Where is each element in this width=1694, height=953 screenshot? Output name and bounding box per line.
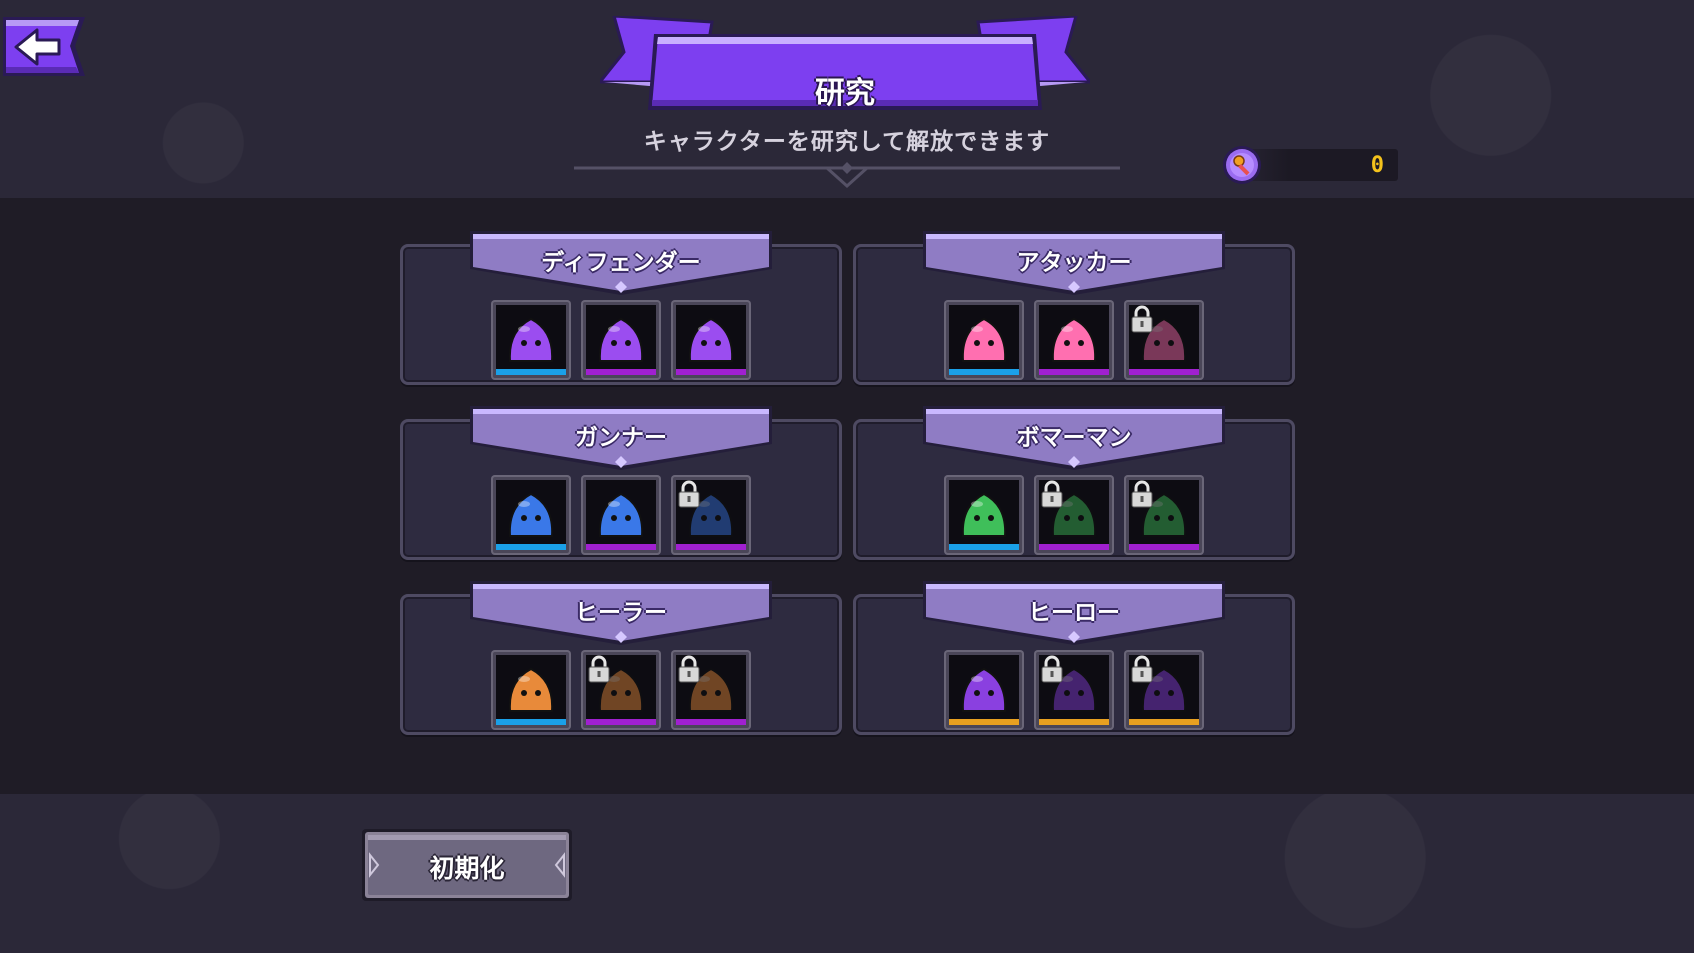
arrow-left-icon — [3, 17, 85, 76]
character-slot[interactable] — [1034, 650, 1114, 730]
hero-girl-icon — [961, 667, 1007, 712]
category-title: ディフェンダー — [541, 250, 701, 276]
category-panel: ディフェンダー — [400, 231, 842, 385]
lock-icon — [588, 655, 610, 683]
page-subtitle: キャラクターを研究して解放できます — [643, 129, 1051, 155]
tier-bar — [1129, 544, 1199, 550]
category-title: ボマーマン — [1016, 425, 1132, 451]
reset-button[interactable]: 初期化 — [362, 829, 572, 901]
tier-bar — [586, 544, 656, 550]
divider — [574, 162, 1120, 190]
purple-slime-shield-icon — [688, 317, 734, 362]
lock-icon — [1131, 655, 1153, 683]
character-slots — [944, 475, 1206, 555]
character-slot[interactable] — [491, 300, 571, 380]
purple-slime-knight-icon — [598, 317, 644, 362]
tier-bar — [1039, 369, 1109, 375]
lock-icon — [1041, 480, 1063, 508]
character-slot[interactable] — [1124, 300, 1204, 380]
back-button[interactable] — [3, 17, 85, 76]
tier-bar — [586, 719, 656, 725]
content-band — [0, 198, 1694, 794]
character-slot[interactable] — [581, 650, 661, 730]
tier-bar — [949, 719, 1019, 725]
tier-bar — [949, 544, 1019, 550]
character-slot[interactable] — [671, 650, 751, 730]
pink-slime-mace-icon — [961, 317, 1007, 362]
category-panel: ヒーラー — [400, 581, 842, 735]
category-panel: ヒーロー — [853, 581, 1295, 735]
character-slot[interactable] — [671, 475, 751, 555]
character-slots — [491, 650, 753, 730]
tier-bar — [1129, 369, 1199, 375]
green-slime-bomber-icon — [961, 492, 1007, 537]
lock-icon — [1041, 655, 1063, 683]
character-slot[interactable] — [491, 650, 571, 730]
research-token-icon — [1223, 146, 1261, 184]
tier-bar — [496, 544, 566, 550]
character-slots — [491, 475, 753, 555]
character-slot[interactable] — [491, 475, 571, 555]
tier-bar — [676, 544, 746, 550]
tier-bar — [1129, 719, 1199, 725]
tier-bar — [586, 369, 656, 375]
category-panel: アタッカー — [853, 231, 1295, 385]
character-slot[interactable] — [944, 650, 1024, 730]
tier-bar — [676, 719, 746, 725]
character-slot[interactable] — [1124, 475, 1204, 555]
purple-slime-defender-icon — [508, 317, 554, 362]
character-slot[interactable] — [1034, 300, 1114, 380]
category-title: ヒーロー — [1028, 600, 1120, 626]
category-title: アタッカー — [1016, 250, 1132, 276]
character-slots — [491, 300, 753, 380]
currency-display: 0 — [1222, 145, 1398, 185]
lock-icon — [1131, 305, 1153, 333]
tier-bar — [949, 369, 1019, 375]
character-slot[interactable] — [1034, 475, 1114, 555]
tier-bar — [1039, 544, 1109, 550]
character-slot[interactable] — [581, 300, 661, 380]
character-slot[interactable] — [671, 300, 751, 380]
category-panel: ガンナー — [400, 406, 842, 560]
character-slots — [944, 650, 1206, 730]
category-title: ヒーラー — [575, 600, 667, 626]
blue-slime-rifleman-icon — [598, 492, 644, 537]
reset-button-label: 初期化 — [429, 854, 505, 883]
lock-icon — [678, 480, 700, 508]
category-title: ガンナー — [575, 425, 667, 451]
currency-value: 0 — [1370, 153, 1384, 178]
tier-bar — [496, 369, 566, 375]
tier-bar — [496, 719, 566, 725]
page-title: 研究 — [815, 76, 875, 111]
tier-bar — [1039, 719, 1109, 725]
orange-slime-nurse-icon — [508, 667, 554, 712]
title-ribbon: 研究 — [596, 14, 1094, 112]
blue-slime-gunner-icon — [508, 492, 554, 537]
character-slot[interactable] — [944, 300, 1024, 380]
tier-bar — [676, 369, 746, 375]
character-slot[interactable] — [581, 475, 661, 555]
lock-icon — [678, 655, 700, 683]
pink-slime-swordsman-icon — [1051, 317, 1097, 362]
character-slot[interactable] — [944, 475, 1024, 555]
character-slots — [944, 300, 1206, 380]
category-panel: ボマーマン — [853, 406, 1295, 560]
character-slot[interactable] — [1124, 650, 1204, 730]
lock-icon — [1131, 480, 1153, 508]
